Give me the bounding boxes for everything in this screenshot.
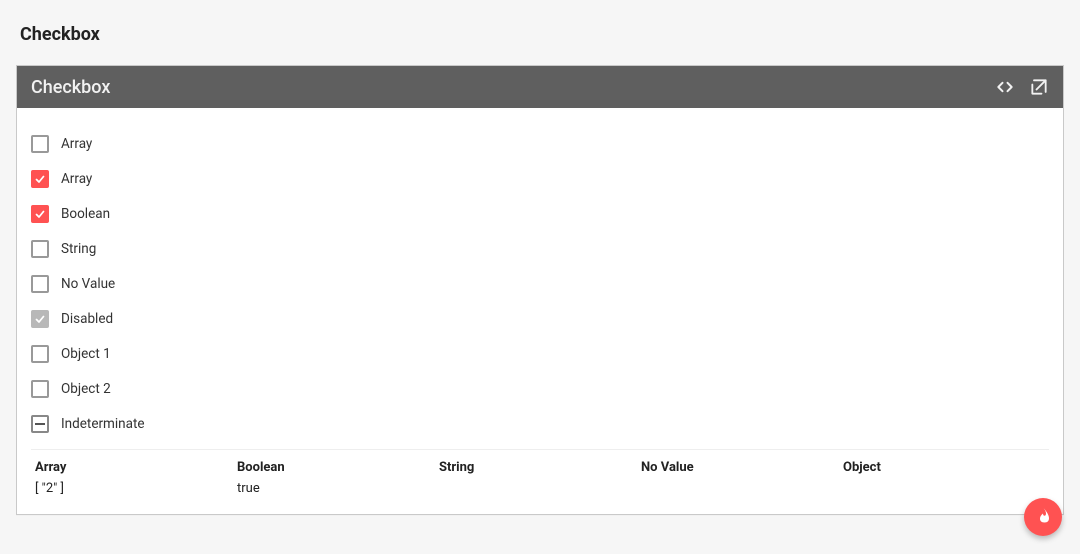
card-header: Checkbox (17, 66, 1063, 108)
card-header-actions (995, 77, 1049, 97)
checkbox-row: No Value (31, 266, 1049, 301)
checkbox-row: Disabled (31, 301, 1049, 336)
result-object: Object (843, 460, 1045, 496)
page-title: Checkbox (20, 24, 1060, 45)
checkbox-object-2[interactable] (31, 380, 49, 398)
checkbox-row: Boolean (31, 196, 1049, 231)
checkbox-label: No Value (61, 276, 115, 292)
checkbox-label: String (61, 241, 96, 257)
checkbox-label: Array (61, 171, 92, 187)
checkbox-string[interactable] (31, 240, 49, 258)
checkbox-label: Disabled (61, 311, 113, 327)
checkbox-object-1[interactable] (31, 345, 49, 363)
checkbox-array-2[interactable] (31, 170, 49, 188)
checkbox-row: Array (31, 126, 1049, 161)
checkbox-label: Array (61, 136, 92, 152)
checkbox-label: Object 1 (61, 346, 111, 362)
checkbox-label: Object 2 (61, 381, 111, 397)
checkbox-row: Indeterminate (31, 406, 1049, 441)
card-body: Array Array Boolean String No Va (17, 108, 1063, 514)
checkbox-indeterminate[interactable] (31, 415, 49, 433)
result-value: [ "2" ] (35, 481, 237, 496)
checkbox-row: Object 2 (31, 371, 1049, 406)
result-head: Boolean (237, 460, 439, 475)
flame-icon (1034, 506, 1052, 528)
checkbox-boolean[interactable] (31, 205, 49, 223)
code-toggle-icon[interactable] (995, 77, 1015, 97)
result-value: true (237, 481, 439, 496)
results-row: Array [ "2" ] Boolean true String No Val… (31, 449, 1049, 504)
checkbox-row: Object 1 (31, 336, 1049, 371)
fab-button[interactable] (1024, 498, 1062, 536)
checkbox-label: Boolean (61, 206, 110, 222)
result-head: Object (843, 460, 1045, 475)
result-array: Array [ "2" ] (35, 460, 237, 496)
open-external-icon[interactable] (1029, 77, 1049, 97)
checkbox-no-value[interactable] (31, 275, 49, 293)
checkbox-row: Array (31, 161, 1049, 196)
example-card: Checkbox (16, 65, 1064, 515)
result-boolean: Boolean true (237, 460, 439, 496)
checkbox-row: String (31, 231, 1049, 266)
result-head: Array (35, 460, 237, 475)
card-title: Checkbox (31, 77, 110, 98)
result-head: No Value (641, 460, 843, 475)
result-no-value: No Value (641, 460, 843, 496)
checkbox-disabled (31, 310, 49, 328)
checkbox-label: Indeterminate (61, 416, 145, 432)
result-head: String (439, 460, 641, 475)
checkbox-array-1[interactable] (31, 135, 49, 153)
result-string: String (439, 460, 641, 496)
